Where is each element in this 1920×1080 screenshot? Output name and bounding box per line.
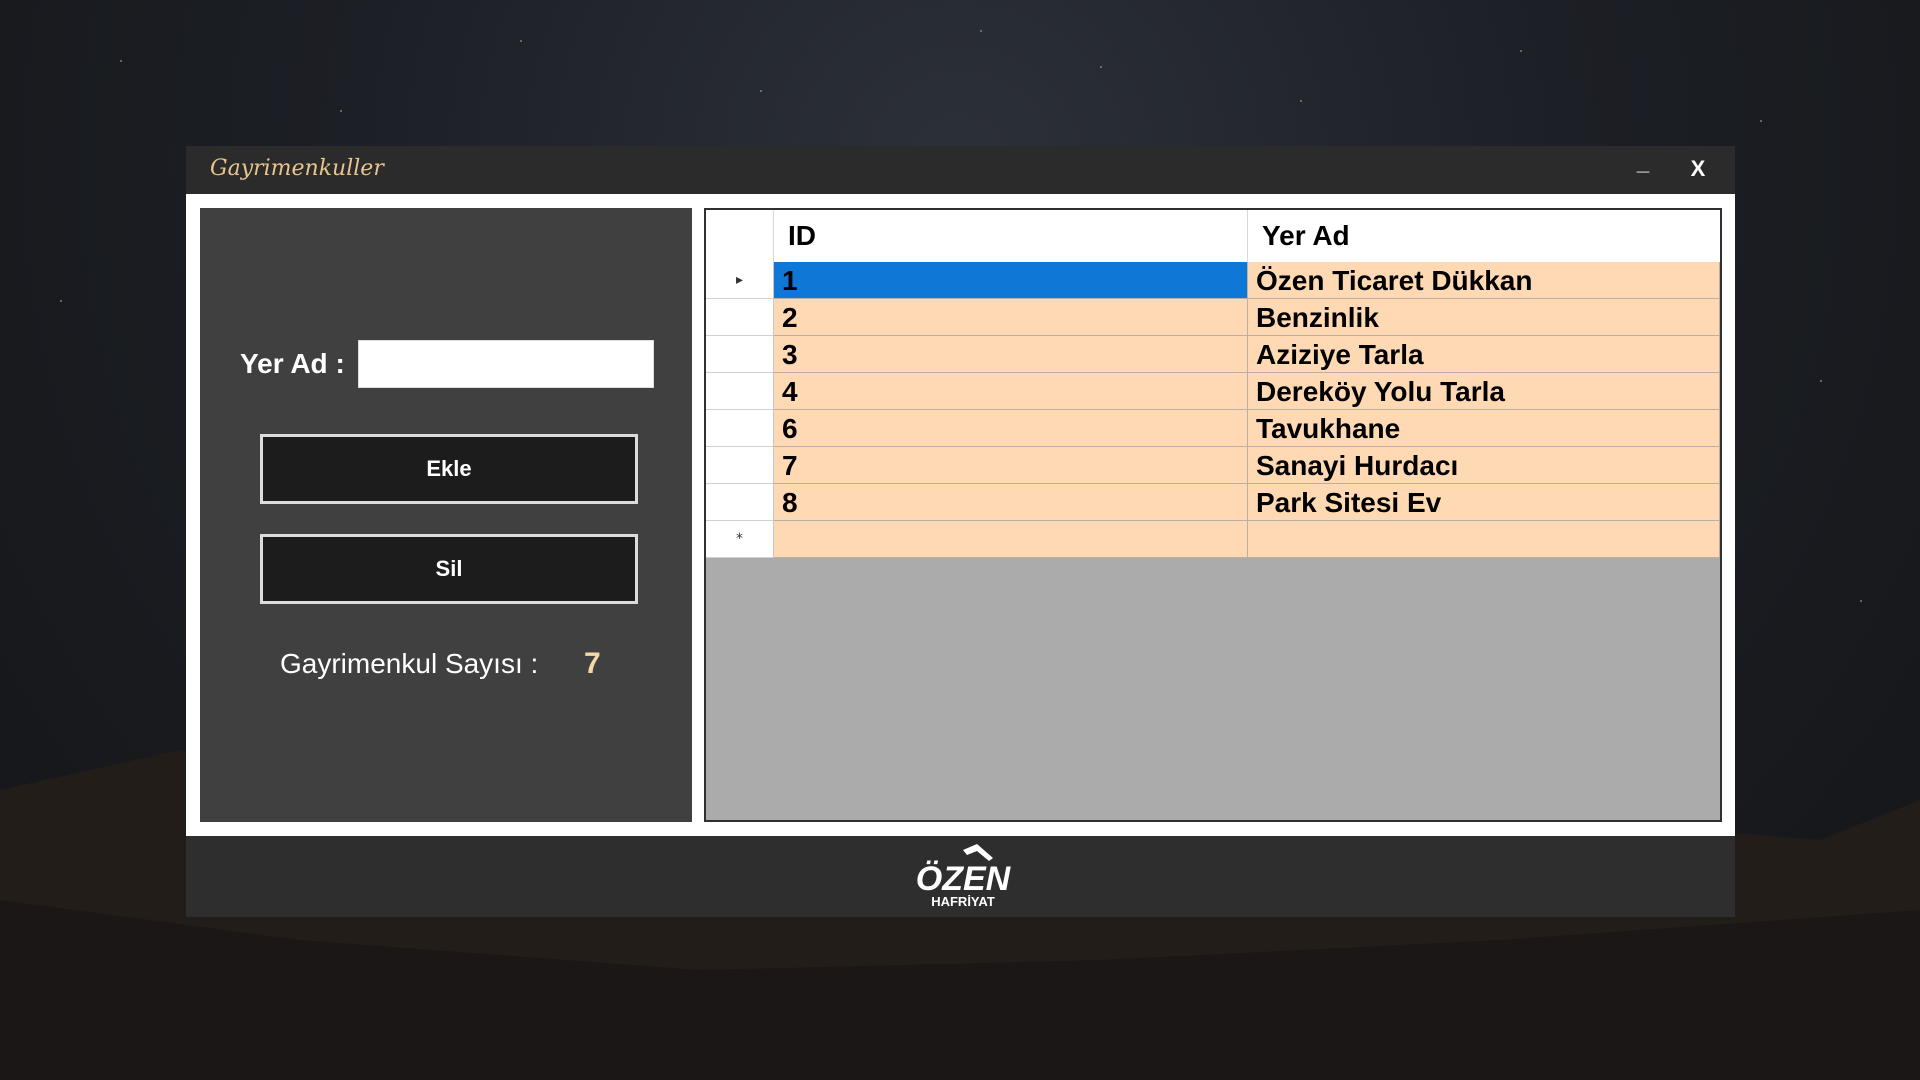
table-row[interactable]: 7 Sanayi Hurdacı <box>706 447 1720 484</box>
table-row[interactable]: 6 Tavukhane <box>706 410 1720 447</box>
cell-id[interactable]: 2 <box>774 299 1248 336</box>
cell-yer-ad[interactable]: Dereköy Yolu Tarla <box>1248 373 1720 410</box>
header-corner[interactable] <box>706 210 774 262</box>
yer-ad-input[interactable] <box>358 340 654 388</box>
star <box>980 30 982 32</box>
close-button[interactable]: X <box>1681 156 1715 182</box>
logo-subtext: HAFRİYAT <box>931 894 995 909</box>
row-header[interactable] <box>706 336 774 373</box>
ekle-button[interactable]: Ekle <box>260 434 638 504</box>
row-header[interactable] <box>706 373 774 410</box>
cell-id[interactable]: 6 <box>774 410 1248 447</box>
logo-text: ÖZEN <box>916 860 1012 898</box>
table-row[interactable]: 3 Aziziye Tarla <box>706 336 1720 373</box>
star <box>1300 100 1302 102</box>
star <box>760 90 762 92</box>
table-row[interactable]: 8 Park Sitesi Ev <box>706 484 1720 521</box>
row-header[interactable] <box>706 447 774 484</box>
ozen-hafriyat-logo: ÖZEN HAFRİYAT <box>916 844 1012 909</box>
cell-yer-ad[interactable]: Tavukhane <box>1248 410 1720 447</box>
row-header[interactable] <box>706 484 774 521</box>
table-row[interactable]: 4 Dereköy Yolu Tarla <box>706 373 1720 410</box>
gayrimenkuller-window: Gayrimenkuller _ X Yer Ad : Ekle Sil Gay… <box>186 146 1735 917</box>
window-title: Gayrimenkuller <box>210 156 384 181</box>
cell-yer-ad[interactable]: Park Sitesi Ev <box>1248 484 1720 521</box>
cell-yer-ad[interactable]: Benzinlik <box>1248 299 1720 336</box>
row-header[interactable] <box>706 410 774 447</box>
star <box>1820 380 1822 382</box>
cell-id[interactable]: 1 <box>774 262 1248 299</box>
cell-id[interactable]: 3 <box>774 336 1248 373</box>
footer-bar: ÖZEN HAFRİYAT <box>186 836 1735 917</box>
grid-header: ID Yer Ad <box>706 210 1720 263</box>
cell-id[interactable]: 7 <box>774 447 1248 484</box>
cell-id[interactable]: 4 <box>774 373 1248 410</box>
sil-button[interactable]: Sil <box>260 534 638 604</box>
star <box>60 300 62 302</box>
yer-ad-label: Yer Ad : <box>240 348 345 379</box>
row-header[interactable]: ▸ <box>706 262 774 299</box>
star <box>1100 66 1102 68</box>
star <box>1860 600 1862 602</box>
column-header-id[interactable]: ID <box>774 210 1248 262</box>
cell-id[interactable]: 8 <box>774 484 1248 521</box>
new-row-marker[interactable]: * <box>706 521 774 558</box>
count-label: Gayrimenkul Sayısı : <box>280 648 539 679</box>
star <box>340 110 342 112</box>
cell-yer-ad[interactable]: Özen Ticaret Dükkan <box>1248 262 1720 299</box>
minimize-button[interactable]: _ <box>1626 150 1660 176</box>
table-row[interactable]: 2 Benzinlik <box>706 299 1720 336</box>
new-cell-yer-ad[interactable] <box>1248 521 1720 558</box>
star <box>1760 120 1762 122</box>
table-row[interactable]: ▸ 1 Özen Ticaret Dükkan <box>706 262 1720 299</box>
star <box>1520 50 1522 52</box>
cell-yer-ad[interactable]: Aziziye Tarla <box>1248 336 1720 373</box>
cell-yer-ad[interactable]: Sanayi Hurdacı <box>1248 447 1720 484</box>
title-bar[interactable]: Gayrimenkuller _ X <box>186 146 1735 194</box>
star <box>120 60 122 62</box>
new-row[interactable]: * <box>706 521 1720 558</box>
star <box>520 40 522 42</box>
column-header-yer-ad[interactable]: Yer Ad <box>1248 210 1720 262</box>
form-panel: Yer Ad : Ekle Sil Gayrimenkul Sayısı : 7 <box>200 208 692 822</box>
row-header[interactable] <box>706 299 774 336</box>
data-grid[interactable]: ID Yer Ad ▸ 1 Özen Ticaret Dükkan 2 Benz… <box>704 208 1722 822</box>
new-cell-id[interactable] <box>774 521 1248 558</box>
count-value: 7 <box>584 647 601 680</box>
